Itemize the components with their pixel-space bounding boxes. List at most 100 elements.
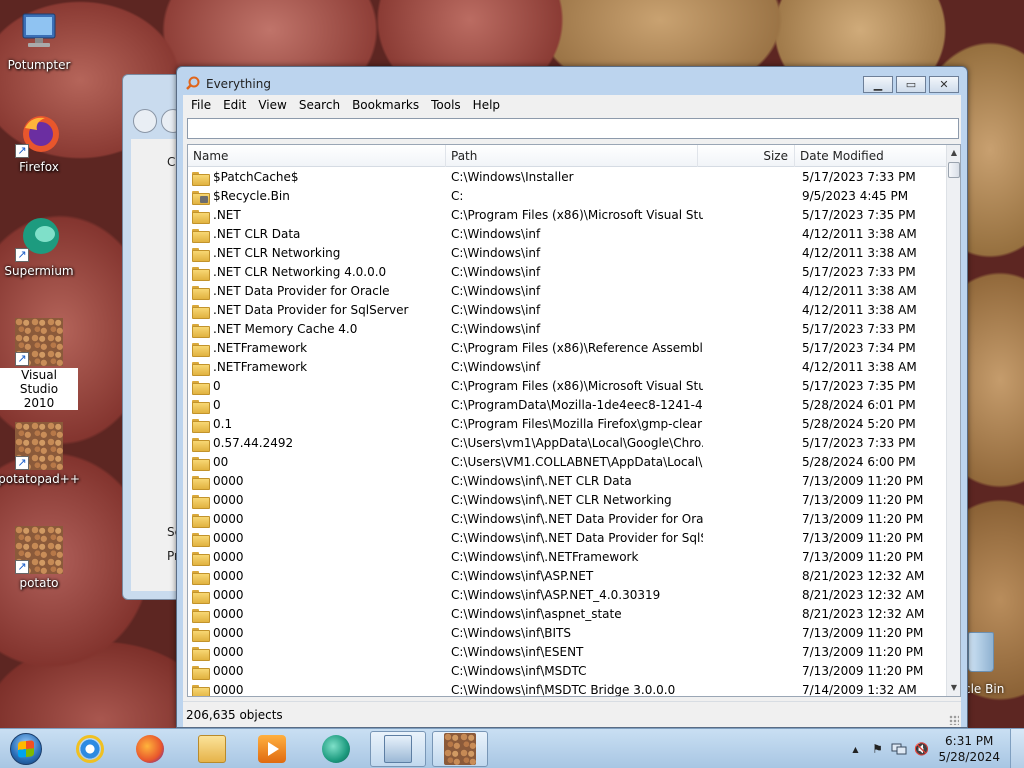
taskbar-explorer[interactable] — [184, 731, 240, 767]
name-cell: .NET — [192, 206, 444, 225]
desktop-icon-potumpter[interactable]: Potumpter — [0, 8, 78, 72]
taskbar-media-player[interactable] — [244, 731, 300, 767]
desktop-icon-supermium[interactable]: ↗ Supermium — [0, 214, 78, 278]
date-cell: 7/13/2009 11:20 PM — [802, 474, 924, 488]
folder-icon — [192, 646, 210, 661]
clock[interactable]: 6:31 PM 5/28/2024 — [938, 733, 1000, 765]
date-cell: 5/28/2024 6:01 PM — [802, 398, 916, 412]
minimize-button[interactable]: ▁ — [863, 76, 893, 93]
column-header-path[interactable]: Path — [446, 145, 698, 167]
desktop-icon-firefox[interactable]: ↗ Firefox — [0, 110, 78, 174]
back-button[interactable] — [133, 109, 157, 133]
network-icon[interactable] — [890, 740, 908, 758]
taskbar-everything[interactable] — [432, 731, 488, 767]
date-cell: 4/12/2011 3:38 AM — [802, 303, 917, 317]
action-center-flag-icon[interactable]: ⚑ — [868, 740, 886, 758]
table-row[interactable]: .NET CLR Networking C:\Windows\inf 4/12/20… — [188, 244, 948, 263]
folder-icon — [192, 323, 210, 338]
menu-bookmarks[interactable]: Bookmarks — [346, 98, 425, 112]
table-row[interactable]: .NET Memory Cache 4.0 C:\Windows\inf 5/17/… — [188, 320, 948, 339]
everything-window[interactable]: Everything ▁ ▭ ✕ File Edit View Search B… — [176, 66, 968, 728]
scroll-down-arrow-icon[interactable]: ▼ — [947, 680, 960, 696]
table-row[interactable]: 0000 C:\Windows\inf\.NET CLR Networking 7/… — [188, 491, 948, 510]
taskbar: ▲ ⚑ 🔇 6:31 PM 5/28/2024 — [0, 728, 1024, 768]
supermium-icon — [322, 735, 350, 763]
menu-help[interactable]: Help — [467, 98, 506, 112]
object-count: 206,635 objects — [186, 708, 283, 722]
table-row[interactable]: .NET Data Provider for SqlServer C:\Windo… — [188, 301, 948, 320]
show-desktop-button[interactable] — [1010, 729, 1024, 768]
desktop-icon-potato[interactable]: ↗ potato — [0, 526, 78, 590]
table-row[interactable]: $Recycle.Bin C: 9/5/2023 4:45 PM — [188, 187, 948, 206]
name-cell: 0000 — [192, 548, 444, 567]
scroll-up-arrow-icon[interactable]: ▲ — [947, 145, 960, 161]
maximize-button[interactable]: ▭ — [896, 76, 926, 93]
column-header-date-modified[interactable]: Date Modified — [795, 145, 948, 167]
folder-icon — [198, 735, 226, 763]
desktop-icon-visual-studio-2010[interactable]: ↗ Visual Studio 2010 — [0, 318, 78, 410]
vertical-scrollbar[interactable]: ▲ ▼ — [946, 145, 960, 696]
table-row[interactable]: 0000 C:\Windows\inf\MSDTC 7/13/2009 11:20 … — [188, 662, 948, 681]
table-row[interactable]: 0000 C:\Windows\inf\ASP.NET 8/21/2023 12:3… — [188, 567, 948, 586]
file-name: 0 — [213, 398, 221, 412]
table-row[interactable]: .NET CLR Data C:\Windows\inf 4/12/2011 3:3… — [188, 225, 948, 244]
folder-icon — [192, 684, 210, 696]
window-title: Everything — [206, 77, 271, 91]
file-name: 0.57.44.2492 — [213, 436, 294, 450]
table-row[interactable]: .NET CLR Networking 4.0.0.0 C:\Windows\in… — [188, 263, 948, 282]
title-bar[interactable]: Everything ▁ ▭ ✕ — [177, 67, 967, 97]
column-header-name[interactable]: Name — [188, 145, 446, 167]
menu-file[interactable]: File — [185, 98, 217, 112]
resize-grip-icon[interactable] — [949, 715, 959, 725]
file-name: 0000 — [213, 474, 244, 488]
table-row[interactable]: 0000 C:\Windows\inf\.NET Data Provider fo… — [188, 529, 948, 548]
menu-edit[interactable]: Edit — [217, 98, 252, 112]
table-row[interactable]: 0.57.44.2492 C:\Users\vm1\AppData\Local\G… — [188, 434, 948, 453]
path-cell: C:\Windows\inf\.NET CLR Data — [451, 474, 632, 488]
file-name: 0000 — [213, 645, 244, 659]
speaker-muted-icon[interactable]: 🔇 — [912, 740, 930, 758]
search-input[interactable] — [187, 118, 959, 139]
file-name: 0000 — [213, 607, 244, 621]
table-row[interactable]: 0000 C:\Windows\inf\aspnet_state 8/21/2023… — [188, 605, 948, 624]
menu-view[interactable]: View — [252, 98, 292, 112]
table-row[interactable]: 0 C:\Program Files (x86)\Microsoft Visual… — [188, 377, 948, 396]
scroll-thumb[interactable] — [948, 162, 960, 178]
results-list[interactable]: Name Path Size Date Modified $PatchCache… — [187, 144, 961, 697]
desktop-icon-potatopad[interactable]: ↗ potatopad++ — [0, 422, 80, 486]
folder-icon — [192, 361, 210, 376]
table-row[interactable]: 0000 C:\Windows\inf\MSDTC Bridge 3.0.0.0 7… — [188, 681, 948, 696]
table-row[interactable]: 0000 C:\Windows\inf\BITS 7/13/2009 11:20 P… — [188, 624, 948, 643]
path-cell: C:\Program Files (x86)\Microsoft Visual … — [451, 208, 703, 222]
column-header-size[interactable]: Size — [698, 145, 795, 167]
magnifier-app-icon — [186, 76, 200, 90]
table-row[interactable]: .NETFramework C:\Windows\inf 4/12/2011 3:3… — [188, 358, 948, 377]
table-row[interactable]: 0 C:\ProgramData\Mozilla-1de4eec8-1241-41… — [188, 396, 948, 415]
name-cell: 0000 — [192, 491, 444, 510]
table-row[interactable]: 0000 C:\Windows\inf\.NET Data Provider fo… — [188, 510, 948, 529]
name-cell: 0000 — [192, 681, 444, 696]
taskbar-internet-explorer[interactable] — [62, 731, 118, 767]
table-row[interactable]: .NET C:\Program Files (x86)\Microsoft Vis… — [188, 206, 948, 225]
taskbar-supermium[interactable] — [308, 731, 364, 767]
table-row[interactable]: 0000 C:\Windows\inf\.NETFramework 7/13/200… — [188, 548, 948, 567]
show-hidden-icons-icon[interactable]: ▲ — [846, 740, 864, 758]
table-row[interactable]: 0000 C:\Windows\inf\ESENT 7/13/2009 11:20 … — [188, 643, 948, 662]
table-row[interactable]: .NETFramework C:\Program Files (x86)\Refe… — [188, 339, 948, 358]
menu-tools[interactable]: Tools — [425, 98, 467, 112]
table-row[interactable]: 0000 C:\Windows\inf\ASP.NET_4.0.30319 8/21… — [188, 586, 948, 605]
table-row[interactable]: .NET Data Provider for Oracle C:\Windows\… — [188, 282, 948, 301]
start-button[interactable] — [4, 730, 48, 768]
folder-icon — [192, 266, 210, 281]
table-row[interactable]: $PatchCache$ C:\Windows\Installer 5/17/202… — [188, 168, 948, 187]
taskbar-firefox[interactable] — [122, 731, 178, 767]
file-name: 00 — [213, 455, 229, 469]
menu-search[interactable]: Search — [293, 98, 346, 112]
table-row[interactable]: 0000 C:\Windows\inf\.NET CLR Data 7/13/200… — [188, 472, 948, 491]
close-button[interactable]: ✕ — [929, 76, 959, 93]
table-row[interactable]: 0.1 C:\Program Files\Mozilla Firefox\gmp-… — [188, 415, 948, 434]
date-cell: 5/17/2023 7:34 PM — [802, 341, 916, 355]
desktop-icon-recycle-bin[interactable]: cle Bin — [964, 632, 1024, 702]
taskbar-system-app[interactable] — [370, 731, 426, 767]
table-row[interactable]: 00 C:\Users\VM1.COLLABNET\AppData\Local\S… — [188, 453, 948, 472]
